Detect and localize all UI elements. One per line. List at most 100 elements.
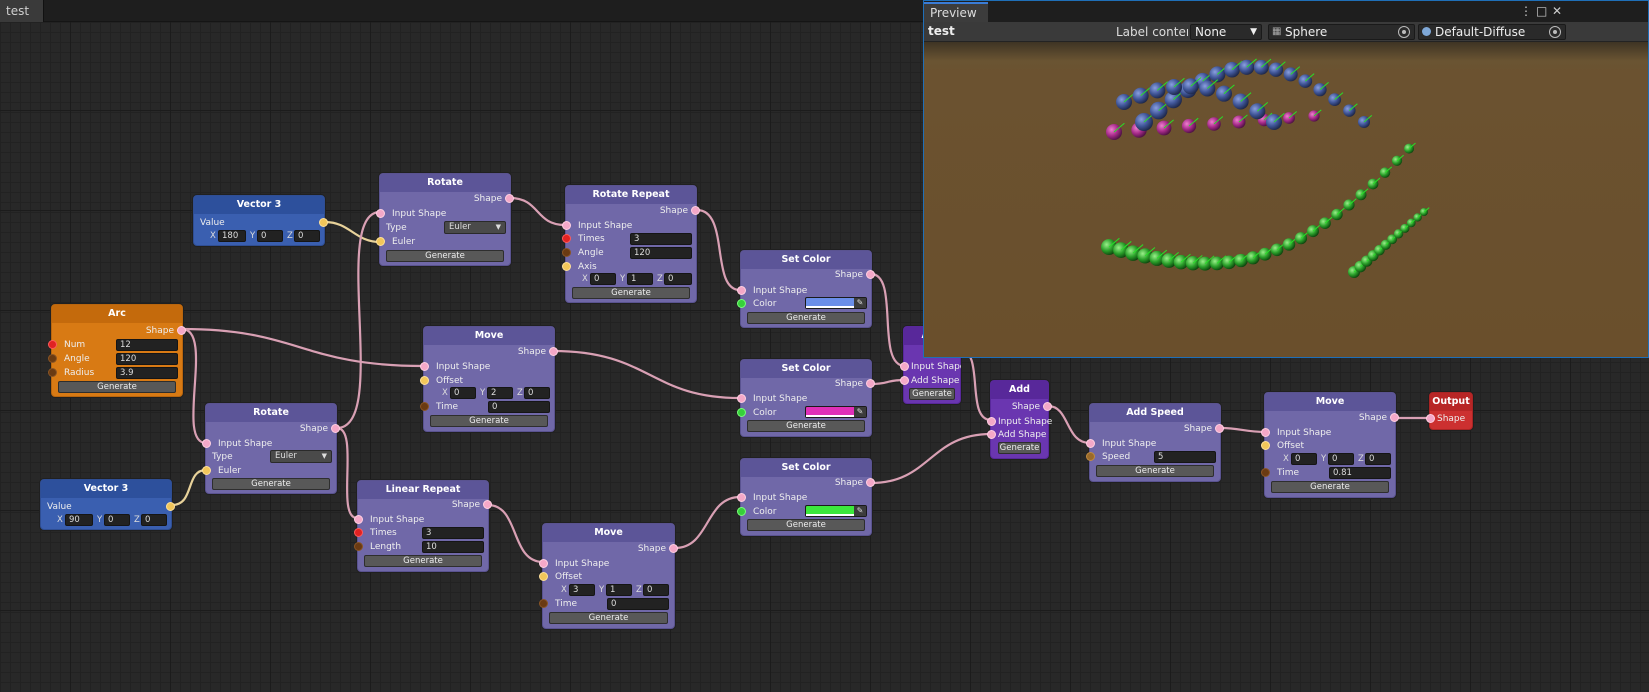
value-output-port[interactable] <box>319 218 328 227</box>
input-shape-port[interactable] <box>737 493 746 502</box>
close-icon[interactable]: ✕ <box>1552 4 1562 18</box>
radius-input-port[interactable] <box>48 368 57 377</box>
vector3-node[interactable]: Vector 3 Value X 180 Y 0 Z 0 <box>193 195 328 246</box>
color-input-port[interactable] <box>737 408 746 417</box>
color-input-port[interactable] <box>737 299 746 308</box>
generate-button[interactable]: Generate <box>386 250 504 262</box>
num-input-port[interactable] <box>48 340 57 349</box>
more-options-icon[interactable]: ⋮ <box>1520 4 1532 18</box>
preview-window[interactable]: Preview ⋮ □ ✕ test Label conten None ▼ ▦… <box>923 0 1649 358</box>
type-dropdown[interactable]: Euler ▼ <box>444 221 506 234</box>
color-swatch[interactable]: ✎ <box>805 505 867 517</box>
shape-output-port[interactable] <box>505 194 514 203</box>
arc-node[interactable]: Arc Shape Num 12 Angle 120 Radius 3.9 Ge… <box>48 304 186 397</box>
num-field[interactable]: 12 <box>116 339 178 351</box>
time-input-port[interactable] <box>1261 468 1270 477</box>
offset-input-port[interactable] <box>420 376 429 385</box>
euler-input-port[interactable] <box>202 466 211 475</box>
set-color-node[interactable]: Set Color Shape Input Shape Color ✎ Gene… <box>737 359 875 437</box>
color-input-port[interactable] <box>737 507 746 516</box>
color-swatch[interactable]: ✎ <box>805 406 867 418</box>
shape-output-port[interactable] <box>331 424 340 433</box>
times-field[interactable]: 3 <box>422 527 484 539</box>
input-shape-port[interactable] <box>376 209 385 218</box>
generate-button[interactable]: Generate <box>747 519 865 531</box>
linear-repeat-node[interactable]: Linear Repeat Shape Input Shape Times 3 … <box>354 480 492 572</box>
generate-button[interactable]: Generate <box>747 312 865 324</box>
z-field[interactable]: 0 <box>524 387 550 399</box>
material-field[interactable]: Default-Diffuse <box>1418 24 1566 40</box>
time-input-port[interactable] <box>420 402 429 411</box>
generate-button[interactable]: Generate <box>998 442 1041 454</box>
maximize-icon[interactable]: □ <box>1536 4 1547 18</box>
speed-field[interactable]: 5 <box>1154 451 1216 463</box>
axis-input-port[interactable] <box>562 262 571 271</box>
x-field[interactable]: 3 <box>569 584 595 596</box>
value-output-port[interactable] <box>166 502 175 511</box>
eyedropper-icon[interactable]: ✎ <box>854 506 866 516</box>
input-shape-port[interactable] <box>1086 439 1095 448</box>
shape-output-port[interactable] <box>549 347 558 356</box>
y-field[interactable]: 0 <box>104 514 130 526</box>
generate-button[interactable]: Generate <box>1096 465 1214 477</box>
preview-tab[interactable]: Preview <box>924 2 988 22</box>
rotate-repeat-node[interactable]: Rotate Repeat Shape Input Shape Times 3 … <box>562 185 700 303</box>
set-color-node[interactable]: Set Color Shape Input Shape Color ✎ Gene… <box>737 458 875 536</box>
y-field[interactable]: 1 <box>627 273 653 285</box>
generate-button[interactable]: Generate <box>909 388 955 400</box>
mesh-field[interactable]: ▦ Sphere <box>1268 24 1415 40</box>
times-field[interactable]: 3 <box>630 233 692 245</box>
vector3-node[interactable]: Vector 3 Value X 90 Y 0 Z 0 <box>40 479 175 530</box>
add-speed-node[interactable]: Add Speed Shape Input Shape Speed 5 Gene… <box>1086 403 1224 482</box>
input-shape-port[interactable] <box>900 362 909 371</box>
shape-output-port[interactable] <box>691 206 700 215</box>
set-color-node[interactable]: Set Color Shape Input Shape Color ✎ Gene… <box>737 250 875 328</box>
z-field[interactable]: 0 <box>1365 453 1391 465</box>
shape-output-port[interactable] <box>1215 424 1224 433</box>
label-content-dropdown[interactable]: None ▼ <box>1190 24 1262 40</box>
x-field[interactable]: 90 <box>65 514 93 526</box>
z-field[interactable]: 0 <box>141 514 167 526</box>
shape-output-port[interactable] <box>1043 402 1052 411</box>
input-shape-port[interactable] <box>354 515 363 524</box>
generate-button[interactable]: Generate <box>747 420 865 432</box>
generate-button[interactable]: Generate <box>58 381 176 393</box>
time-field[interactable]: 0 <box>488 401 550 413</box>
z-field[interactable]: 0 <box>643 584 669 596</box>
shape-input-port[interactable] <box>1426 414 1435 423</box>
shape-output-port[interactable] <box>866 478 875 487</box>
shape-output-port[interactable] <box>866 379 875 388</box>
z-field[interactable]: 0 <box>294 230 320 242</box>
angle-field[interactable]: 120 <box>630 247 692 259</box>
add-shape-port[interactable] <box>900 376 909 385</box>
add-shape-port[interactable] <box>987 430 996 439</box>
x-field[interactable]: 180 <box>218 230 246 242</box>
input-shape-port[interactable] <box>562 221 571 230</box>
eyedropper-icon[interactable]: ✎ <box>854 407 866 417</box>
object-picker-icon[interactable] <box>1549 26 1561 38</box>
input-shape-port[interactable] <box>1261 428 1270 437</box>
offset-input-port[interactable] <box>1261 441 1270 450</box>
move-node[interactable]: Move Shape Input Shape Offset X 3 Y 1 Z … <box>539 523 678 629</box>
object-picker-icon[interactable] <box>1398 26 1410 38</box>
y-field[interactable]: 0 <box>257 230 283 242</box>
move-node[interactable]: Move Shape Input Shape Offset X 0 Y 0 Z … <box>1261 392 1399 498</box>
output-node[interactable]: Output Shape <box>1426 392 1473 430</box>
input-shape-port[interactable] <box>539 559 548 568</box>
generate-button[interactable]: Generate <box>212 478 330 490</box>
euler-input-port[interactable] <box>376 237 385 246</box>
time-field[interactable]: 0.81 <box>1329 467 1391 479</box>
angle-input-port[interactable] <box>562 248 571 257</box>
shape-output-port[interactable] <box>177 326 186 335</box>
input-shape-port[interactable] <box>202 439 211 448</box>
shape-output-port[interactable] <box>483 500 492 509</box>
y-field[interactable]: 0 <box>1328 453 1354 465</box>
shape-output-port[interactable] <box>1390 413 1399 422</box>
y-field[interactable]: 2 <box>487 387 513 399</box>
x-field[interactable]: 0 <box>1291 453 1317 465</box>
shape-output-port[interactable] <box>669 544 678 553</box>
graph-tab[interactable]: test <box>0 0 44 22</box>
x-field[interactable]: 0 <box>590 273 616 285</box>
generate-button[interactable]: Generate <box>364 555 482 567</box>
add-node[interactable]: Add Shape Input Shape Add Shape Generate <box>987 380 1052 459</box>
